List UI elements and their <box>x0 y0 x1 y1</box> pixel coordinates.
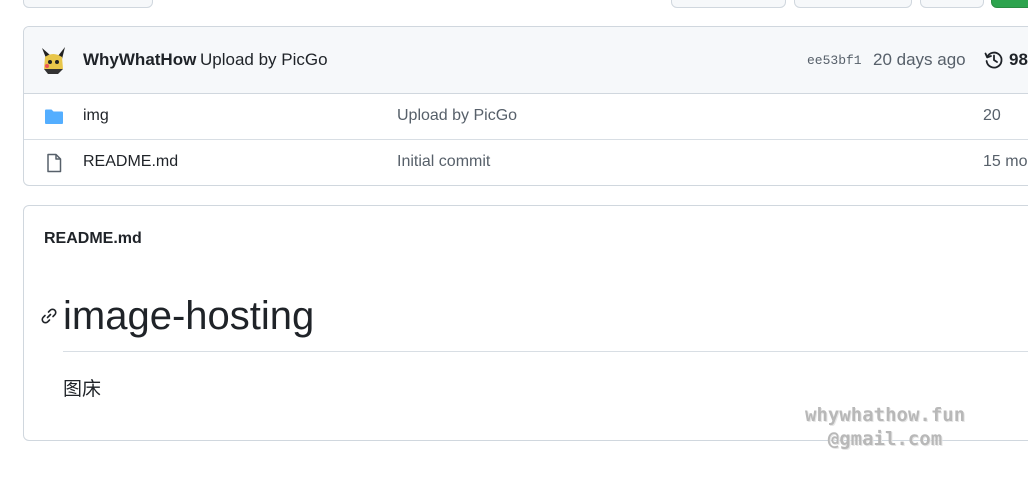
file-commit-message-link[interactable]: Upload by PicGo <box>397 107 517 125</box>
branch-menu-button[interactable] <box>794 0 912 8</box>
watermark-line-2: @gmail.com <box>827 428 943 450</box>
readme-body-text: 图床 <box>63 378 102 400</box>
file-row-readme[interactable]: README.md Initial commit 15 mo <box>24 140 1028 185</box>
file-name-link[interactable]: img <box>83 107 109 125</box>
heading-divider <box>63 351 1028 352</box>
watermark: whywhathow.fun @gmail.com <box>805 403 965 451</box>
link-icon[interactable] <box>39 306 59 326</box>
history-icon[interactable] <box>984 50 1004 70</box>
file-name-link[interactable]: README.md <box>83 153 178 171</box>
file-icon <box>47 153 62 173</box>
file-age: 20 <box>983 107 1001 124</box>
latest-commit-bar: WhyWhatHow Upload by PicGo ee53bf1 20 da… <box>24 27 1028 94</box>
commit-author-link[interactable]: WhyWhatHow <box>83 50 196 70</box>
code-button[interactable] <box>991 0 1028 8</box>
readme-heading: image-hosting <box>63 294 315 338</box>
commit-history-count[interactable]: 98 <box>1009 50 1028 70</box>
folder-icon <box>45 109 63 124</box>
file-listing: WhyWhatHow Upload by PicGo ee53bf1 20 da… <box>23 26 1028 186</box>
file-commit-message-link[interactable]: Initial commit <box>397 153 490 171</box>
file-row-img[interactable]: img Upload by PicGo 20 <box>24 94 1028 140</box>
commit-age: 20 days ago <box>873 50 966 69</box>
add-file-button[interactable] <box>671 0 786 8</box>
file-age: 15 mo <box>983 153 1028 170</box>
commit-message-link[interactable]: Upload by PicGo <box>200 50 328 70</box>
more-options-button[interactable] <box>920 0 984 8</box>
go-to-file-button[interactable] <box>23 0 153 8</box>
avatar[interactable] <box>40 47 66 75</box>
readme-title[interactable]: README.md <box>44 230 142 248</box>
commit-sha-link[interactable]: ee53bf1 <box>807 53 862 68</box>
watermark-line-1: whywhathow.fun <box>805 404 966 426</box>
